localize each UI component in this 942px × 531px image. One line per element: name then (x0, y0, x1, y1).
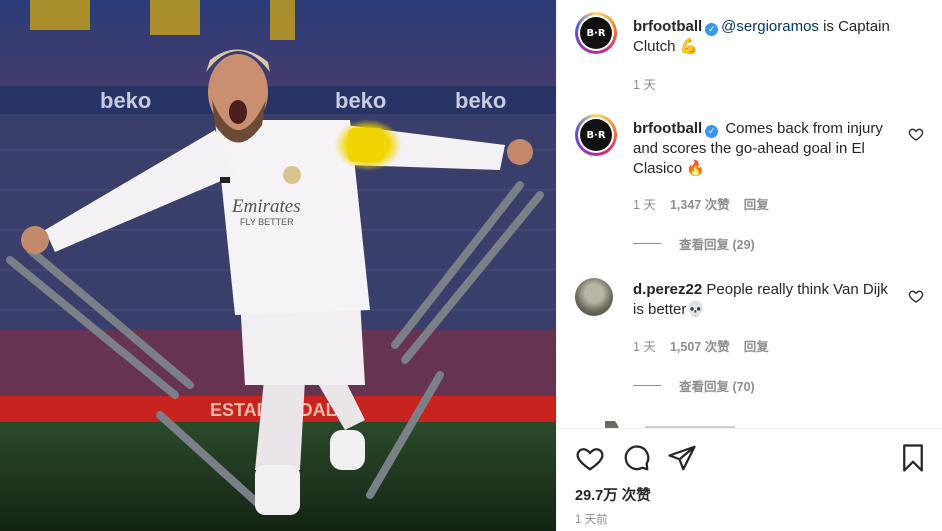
comments-panel: B·R brfootball ✓ @sergioramos is Captain C… (556, 0, 942, 531)
reply-button[interactable]: 回复 (744, 194, 769, 213)
view-replies-label: 查看回复 (70) (679, 380, 755, 394)
caption-meta: 1 天 (633, 74, 656, 93)
heart-icon[interactable] (908, 126, 924, 142)
avatar-logo: B·R (580, 119, 612, 151)
comment-meta: 1 天 1,507 次赞 回复 (633, 336, 769, 355)
post-illustration: beko beko beko ESTADI ... DALM (0, 0, 556, 531)
heart-icon[interactable] (908, 288, 924, 304)
paper-plane-icon[interactable] (667, 443, 697, 473)
comment-text: d.perez22 People really think Van Dijk i… (633, 280, 894, 320)
view-replies-label: 查看回复 (29) (679, 238, 755, 252)
comment-username[interactable]: brfootball (633, 120, 702, 137)
view-replies-button[interactable]: 查看回复 (70) (633, 376, 755, 395)
like-count[interactable]: 29.7万 次赞 (575, 484, 651, 505)
jersey-sponsor: Emirates (231, 196, 301, 217)
comment-likes[interactable]: 1,507 次赞 (670, 336, 730, 355)
comment-time[interactable]: 1 天 (633, 194, 656, 213)
next-comment-peek (605, 418, 805, 428)
action-bar (575, 443, 928, 473)
verified-icon: ✓ (705, 125, 719, 138)
stadium-ad-text: beko (100, 88, 151, 113)
reply-button[interactable]: 回复 (744, 336, 769, 355)
avatar[interactable]: B·R (575, 114, 617, 156)
caption-time[interactable]: 1 天 (633, 74, 656, 93)
avatar[interactable]: B·R (575, 12, 617, 54)
instagram-post: beko beko beko ESTADI ... DALM (0, 0, 942, 531)
post-time[interactable]: 1 天前 (575, 511, 608, 527)
replies-line (633, 243, 661, 244)
comment-item: d.perez22 People really think Van Dijk i… (575, 276, 924, 396)
replies-line (633, 385, 661, 386)
comment-text: brfootball ✓ Comes back from injury and s… (633, 119, 894, 179)
comment-likes[interactable]: 1,347 次赞 (670, 194, 730, 213)
divider (557, 428, 942, 429)
bookmark-icon[interactable] (898, 443, 928, 473)
caption: B·R brfootball ✓ @sergioramos is Captain C… (575, 12, 924, 92)
stadium-ad-text-3: beko (455, 88, 506, 113)
avatar-logo: B·R (580, 17, 612, 49)
view-replies-button[interactable]: 查看回复 (29) (633, 234, 755, 253)
caption-username[interactable]: brfootball (633, 18, 702, 35)
comment-icon[interactable] (621, 443, 651, 473)
caption-mention[interactable]: @sergioramos (721, 18, 819, 35)
avatar[interactable] (575, 278, 613, 316)
heart-icon[interactable] (575, 443, 605, 473)
comment-username[interactable]: d.perez22 (633, 281, 702, 298)
verified-icon: ✓ (705, 23, 719, 36)
comment-meta: 1 天 1,347 次赞 回复 (633, 194, 769, 213)
peek-shapes (605, 418, 735, 428)
jersey-sponsor-sub: FLY BETTER (240, 217, 294, 227)
caption-text: brfootball ✓ @sergioramos is Captain Clutc… (633, 17, 894, 57)
stadium-ad-text-2: beko (335, 88, 386, 113)
comment-item: B·R brfootball ✓ Comes back from injury a… (575, 114, 924, 254)
comment-time[interactable]: 1 天 (633, 336, 656, 355)
post-image[interactable]: beko beko beko ESTADI ... DALM (0, 0, 556, 531)
